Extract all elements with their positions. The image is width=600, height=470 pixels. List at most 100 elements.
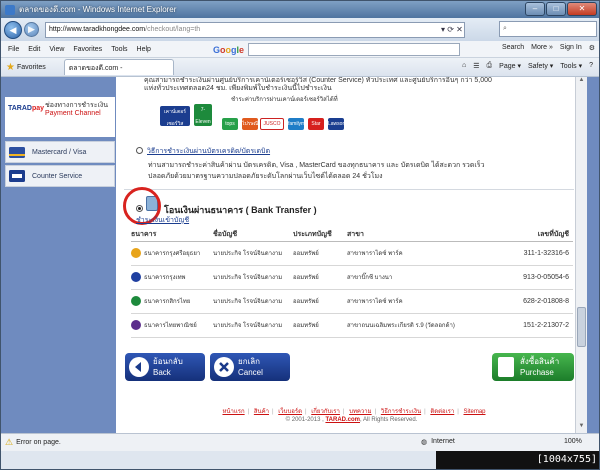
card-payment-desc-1: ท่านสามารถชำระค่าสินค้าผ่าน บัตรเครดิต, …	[148, 162, 485, 169]
command-bar: ⌂ ☰ ⎙ Page ▾ Safety ▾ Tools ▾ ?	[462, 62, 593, 70]
col-bank: ธนาคาร	[131, 229, 213, 242]
scroll-up-icon[interactable]: ▲	[577, 77, 586, 87]
scb-bank-icon	[131, 320, 141, 331]
taradpay-logo: TARADpay	[8, 105, 45, 112]
col-branch: สาขา	[347, 229, 477, 242]
feeds-icon[interactable]: ☰	[473, 62, 479, 70]
sidebar-item-label: Counter Service	[32, 172, 83, 180]
bank-name: ธนาคารกสิกรไทย	[144, 298, 191, 305]
tab-current[interactable]: ตลาดของดี.com -	[63, 59, 174, 75]
account-number: 913-0-05054-6	[477, 265, 573, 290]
google-logo: Google	[213, 44, 245, 55]
maximize-button[interactable]: □	[546, 2, 566, 16]
counter-logo-familymart: familymart	[288, 118, 311, 130]
footer-link-sitemap[interactable]: Sitemap	[464, 409, 486, 415]
menu-help[interactable]: Help	[137, 46, 151, 53]
menu-file[interactable]: File	[8, 46, 19, 53]
menu-tools[interactable]: Tools	[111, 46, 127, 53]
main-panel: คุณสามารถชำระเงินผ่านศูนย์บริการเคาน์เตอ…	[116, 77, 587, 433]
home-icon[interactable]: ⌂	[462, 62, 466, 70]
tools-menu[interactable]: Tools ▾	[560, 62, 582, 70]
globe-icon: ◍	[421, 439, 428, 446]
scroll-down-icon[interactable]: ▼	[577, 423, 586, 433]
menu-view[interactable]: View	[49, 46, 64, 53]
purchase-button[interactable]: สั่งซื้อสินค้า Purchase	[492, 353, 574, 381]
kasikorn-bank-icon	[131, 296, 141, 307]
ie-search-input[interactable]: ⌕	[499, 21, 597, 37]
menu-edit[interactable]: Edit	[28, 46, 40, 53]
footer-link-about[interactable]: เกี่ยวกับเรา	[311, 409, 340, 415]
col-account-number: เลขที่บัญชี	[477, 229, 573, 242]
vertical-scrollbar[interactable]: ▲ ▼	[575, 77, 587, 433]
footer-link-products[interactable]: สินค้า	[254, 409, 269, 415]
counter-logo-lawson: Lawson	[328, 118, 345, 130]
favorites-star-icon: ★	[6, 61, 15, 73]
bank-name: ธนาคารไทยพาณิชย์	[144, 322, 197, 329]
print-icon[interactable]: ⎙	[487, 62, 493, 70]
upload-watermark: [1004x755] https://upic.me/	[436, 451, 599, 469]
footer-nav: หน้าแรก | สินค้า | เว็บบอร์ด | เกี่ยวกับเรา…	[222, 409, 486, 415]
account-name: นายประกิจ โรจน์จินดางาม	[213, 241, 293, 266]
account-name: นายประกิจ โรจน์จินดางาม	[213, 265, 293, 290]
close-button[interactable]: ✕	[567, 2, 597, 16]
back-arrow-icon	[129, 357, 149, 377]
tab-label: ตลาดของดี.com -	[68, 65, 123, 72]
minimize-button[interactable]: –	[525, 2, 545, 16]
cancel-x-icon	[214, 357, 234, 377]
bank-name: ธนาคารกรุงศรีอยุธยา	[144, 250, 201, 257]
counter-service-caption: ชำระค่าบริการผ่านเคาน์เตอร์เซอร์วิสได้ที…	[231, 97, 338, 103]
counter-logo-tops: tops	[222, 118, 238, 130]
card-payment-option[interactable]: วิธีการชำระเงินผ่านบัตรเครดิต/บัตรเดบิต	[147, 146, 270, 157]
copyright: © 2001-2013 , TARAD.com, All Rights Rese…	[285, 417, 418, 423]
back-button[interactable]: ย้อนกลับ Back	[125, 353, 205, 381]
account-name: นายประกิจ โรจน์จินดางาม	[213, 289, 293, 314]
status-text[interactable]: Error on page.	[16, 439, 61, 446]
table-row: ธนาคารกสิกรไทย นายประกิจ โรจน์จินดางาม อ…	[131, 289, 573, 314]
col-account-name: ชื่อบัญชี	[213, 229, 293, 242]
payment-channel-title-en: Payment Channel	[45, 110, 101, 117]
page-content: TARADpay ช่องทางการชำระเงิน Payment Chan…	[1, 77, 599, 433]
safety-menu[interactable]: Safety ▾	[528, 62, 553, 70]
cancel-button[interactable]: ยกเลิก Cancel	[210, 353, 290, 381]
google-signin-button[interactable]: Sign In	[560, 44, 582, 52]
address-input[interactable]: http://www.taradkhongdee.com/checkout/la…	[45, 21, 465, 38]
section-divider	[124, 189, 574, 190]
card-payment-radio[interactable]	[136, 147, 143, 154]
back-nav-button[interactable]: ◀	[4, 20, 22, 39]
account-type: ออมทรัพย์	[293, 241, 347, 266]
address-tools-icons[interactable]: ▾ ⟳ ✕	[441, 25, 501, 34]
visa-card-icon	[8, 143, 26, 161]
branch: สาขาถนนเฉลิมพระเกียรติ ร.9 (วัดลอกด้า)	[347, 313, 477, 338]
footer-link-payment[interactable]: วิธีการชำระเงิน	[381, 409, 421, 415]
page-menu[interactable]: Page ▾	[499, 62, 521, 70]
google-search-input[interactable]	[248, 43, 461, 56]
footer-link-contact[interactable]: ติดต่อเรา	[430, 409, 454, 415]
bank-account-table: ธนาคาร ชื่อบัญชี ประเภทบัญชี สาขา เลขที่…	[131, 229, 573, 338]
table-row: ธนาคารไทยพาณิชย์ นายประกิจ โรจน์จินดางาม…	[131, 313, 573, 338]
footer-link-articles[interactable]: บทความ	[349, 409, 371, 415]
sidebar-item-mastercard-visa[interactable]: Mastercard / Visa	[5, 141, 115, 163]
tarad-link[interactable]: TARAD.com	[325, 417, 360, 423]
ie-icon	[5, 4, 15, 15]
url-path: /checkout/lang=th	[145, 26, 201, 33]
zoom-level[interactable]: 100%	[564, 438, 582, 445]
sidebar-item-counter-service[interactable]: Counter Service	[5, 165, 115, 187]
favorites-button[interactable]: Favorites	[17, 64, 46, 71]
counter-logo-post: ไปรษณีย์	[242, 118, 261, 130]
forward-nav-button[interactable]: ▶	[24, 22, 39, 37]
address-bar-row: ◀ ▶ http://www.taradkhongdee.com/checkou…	[1, 18, 599, 41]
warning-icon[interactable]: ⚠	[5, 437, 13, 448]
col-account-type: ประเภทบัญชี	[293, 229, 347, 242]
scroll-thumb[interactable]	[577, 307, 586, 347]
counter-logo-star: Star	[308, 118, 324, 130]
footer-link-webboard[interactable]: เว็บบอร์ด	[278, 409, 302, 415]
google-more-button[interactable]: More »	[531, 44, 553, 52]
menu-favorites[interactable]: Favorites	[73, 46, 102, 53]
zone-indicator: ◍ Internet	[421, 438, 455, 446]
pay-to-account-link[interactable]: ชำระเงินเข้าบัญชี	[136, 215, 189, 226]
google-toolbar-actions: Search More » Sign In ⚙	[502, 44, 595, 52]
wrench-icon[interactable]: ⚙	[589, 44, 595, 52]
help-menu[interactable]: ?	[589, 62, 593, 70]
google-search-button[interactable]: Search	[502, 44, 524, 52]
footer-link-home[interactable]: หน้าแรก	[222, 409, 244, 415]
